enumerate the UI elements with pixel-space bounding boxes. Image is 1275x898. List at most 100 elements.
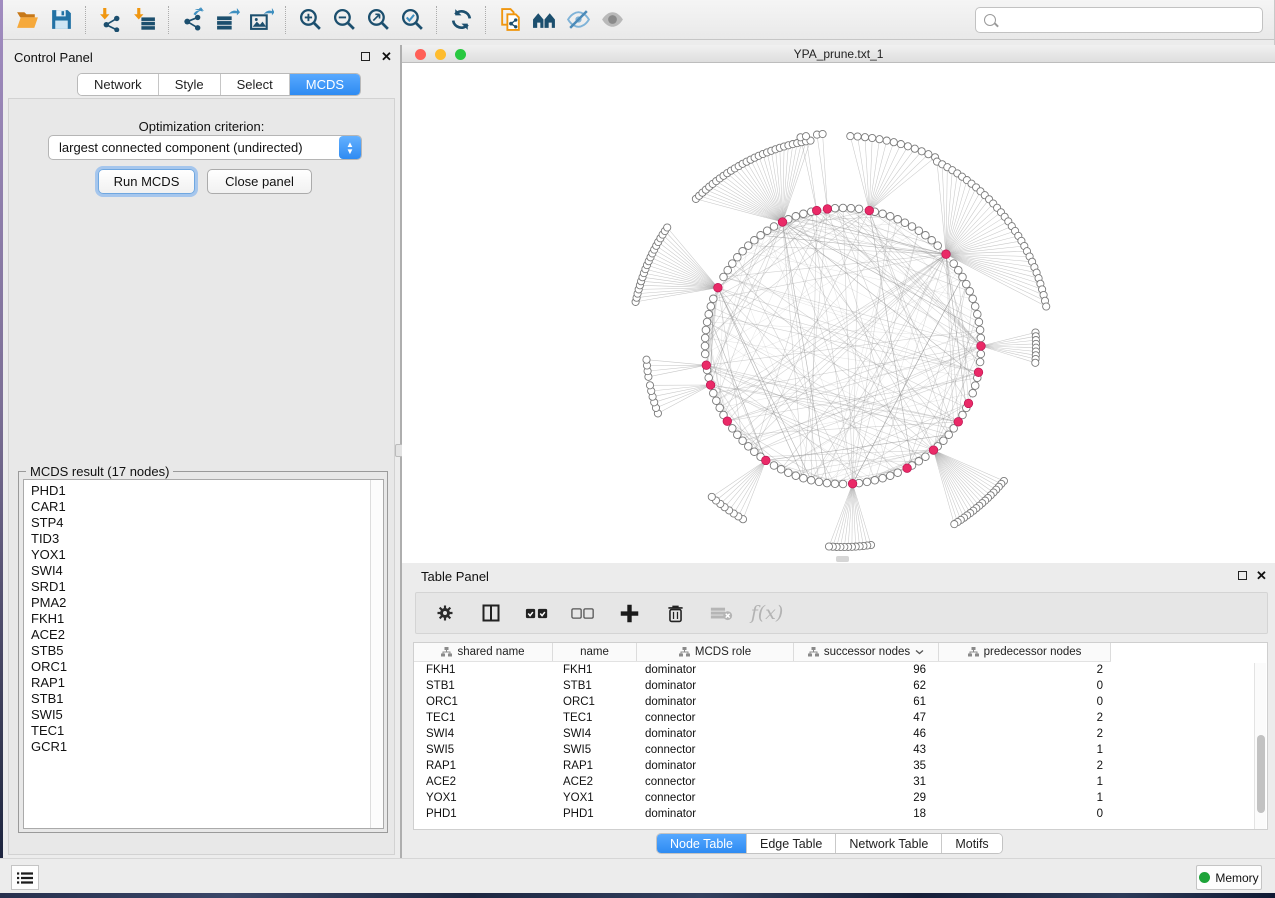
network-window-titlebar[interactable]: YPA_prune.txt_1 — [402, 45, 1275, 63]
mcds-result-item[interactable]: FKH1 — [31, 611, 383, 627]
network-node[interactable] — [876, 136, 883, 143]
network-node[interactable] — [959, 273, 967, 281]
network-node[interactable] — [883, 137, 890, 144]
network-node[interactable] — [1043, 303, 1050, 310]
mcds-result-item[interactable]: TEC1 — [31, 723, 383, 739]
mcds-result-item[interactable]: ACE2 — [31, 627, 383, 643]
network-node[interactable] — [911, 145, 918, 152]
table-row[interactable]: ORC1ORC1dominator610 — [414, 694, 1267, 710]
search-input[interactable] — [975, 7, 1263, 33]
tab-network[interactable]: Network — [78, 74, 159, 95]
network-node[interactable] — [701, 334, 709, 342]
network-node[interactable] — [879, 210, 887, 218]
network-node[interactable] — [922, 453, 930, 461]
network-node[interactable] — [825, 543, 832, 550]
dominator-node[interactable] — [974, 368, 983, 377]
dominator-node[interactable] — [823, 205, 832, 214]
table-row[interactable]: SWI4SWI4dominator462 — [414, 726, 1267, 742]
dominator-node[interactable] — [723, 417, 732, 426]
network-node[interactable] — [729, 425, 737, 433]
network-node[interactable] — [745, 443, 753, 451]
horizontal-splitter-grip[interactable] — [836, 556, 849, 562]
float-panel-icon[interactable] — [361, 52, 370, 61]
network-node[interactable] — [890, 139, 897, 146]
dominator-node[interactable] — [778, 218, 787, 227]
column-header-successor-nodes[interactable]: successor nodes — [794, 643, 939, 661]
network-node[interactable] — [977, 350, 985, 358]
zoom-out-icon[interactable] — [327, 4, 361, 36]
table-row[interactable]: PHD1PHD1dominator180 — [414, 806, 1267, 822]
table-row[interactable]: RAP1RAP1dominator352 — [414, 758, 1267, 774]
network-node[interactable] — [871, 477, 879, 485]
network-node[interactable] — [763, 227, 771, 235]
network-node[interactable] — [940, 437, 948, 445]
network-node[interactable] — [839, 480, 847, 488]
network-node[interactable] — [886, 472, 894, 480]
network-node[interactable] — [897, 141, 904, 148]
save-icon[interactable] — [44, 4, 78, 36]
network-node[interactable] — [969, 389, 977, 397]
dominator-node[interactable] — [714, 283, 723, 292]
network-node[interactable] — [918, 148, 925, 155]
network-node[interactable] — [966, 288, 974, 296]
network-node[interactable] — [710, 389, 718, 397]
network-node[interactable] — [664, 224, 671, 231]
dominator-node[interactable] — [706, 381, 715, 390]
network-node[interactable] — [716, 404, 724, 412]
network-node[interactable] — [963, 280, 971, 288]
delete-table-icon[interactable] — [708, 600, 734, 626]
network-node[interactable] — [831, 480, 839, 488]
network-node[interactable] — [975, 318, 983, 326]
mcds-list-scrollbar[interactable] — [370, 480, 383, 828]
network-node[interactable] — [839, 204, 847, 212]
dominator-node[interactable] — [762, 456, 771, 465]
network-node[interactable] — [950, 260, 958, 268]
column-header-mcds-role[interactable]: MCDS role — [637, 643, 794, 661]
dominator-node[interactable] — [942, 250, 951, 259]
dominator-node[interactable] — [954, 418, 963, 427]
network-node[interactable] — [1032, 359, 1039, 366]
network-node[interactable] — [831, 204, 839, 212]
tab-select[interactable]: Select — [221, 74, 290, 95]
network-node[interactable] — [901, 219, 909, 227]
network-node[interactable] — [847, 133, 854, 140]
clone-network-icon[interactable] — [493, 4, 527, 36]
network-node[interactable] — [854, 133, 861, 140]
network-node[interactable] — [807, 477, 815, 485]
mcds-result-item[interactable]: RAP1 — [31, 675, 383, 691]
network-canvas[interactable] — [402, 63, 1275, 556]
column-header-shared-name[interactable]: shared name — [414, 643, 553, 661]
mcds-result-item[interactable]: STB1 — [31, 691, 383, 707]
dominator-node[interactable] — [812, 206, 821, 215]
zoom-fit-icon[interactable] — [361, 4, 395, 36]
network-node[interactable] — [792, 472, 800, 480]
tab-style[interactable]: Style — [159, 74, 221, 95]
network-node[interactable] — [922, 232, 930, 240]
network-node[interactable] — [713, 397, 721, 405]
criterion-select[interactable]: largest connected component (undirected)… — [48, 135, 362, 160]
network-node[interactable] — [745, 242, 753, 250]
network-node[interactable] — [915, 227, 923, 235]
network-node[interactable] — [823, 479, 831, 487]
table-row[interactable]: STB1STB1dominator620 — [414, 678, 1267, 694]
network-node[interactable] — [971, 382, 979, 390]
table-row[interactable]: TEC1TEC1connector472 — [414, 710, 1267, 726]
network-node[interactable] — [855, 205, 863, 213]
network-node[interactable] — [819, 130, 826, 137]
network-node[interactable] — [710, 295, 718, 303]
network-node[interactable] — [904, 143, 911, 150]
show-column-icon[interactable] — [478, 600, 504, 626]
table-row[interactable]: ACE2ACE2connector311 — [414, 774, 1267, 790]
close-panel-icon[interactable]: ✕ — [381, 49, 392, 65]
network-node[interactable] — [777, 466, 785, 474]
hide-selected-icon[interactable] — [561, 4, 595, 36]
dominator-node[interactable] — [702, 361, 711, 370]
memory-button[interactable]: Memory — [1196, 865, 1262, 890]
refresh-icon[interactable] — [444, 4, 478, 36]
search-field[interactable] — [1002, 13, 1254, 27]
network-node[interactable] — [894, 469, 902, 477]
network-node[interactable] — [751, 237, 759, 245]
table-scrollbar-thumb[interactable] — [1257, 735, 1265, 813]
export-image-icon[interactable] — [244, 4, 278, 36]
mcds-result-item[interactable]: YOX1 — [31, 547, 383, 563]
